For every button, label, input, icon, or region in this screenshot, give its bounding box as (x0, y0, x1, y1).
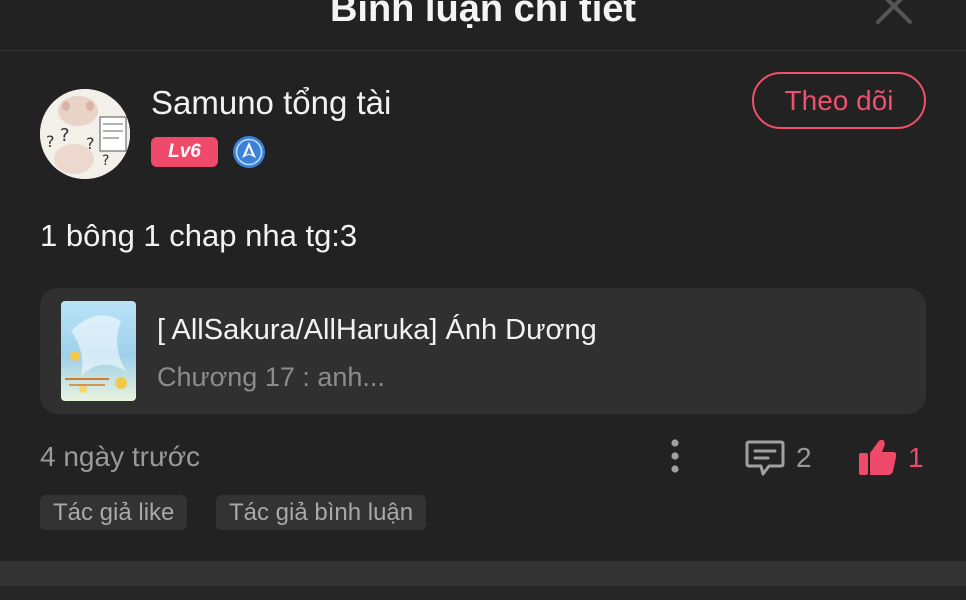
follow-button[interactable]: Theo dõi (752, 72, 926, 129)
like-count: 1 (908, 442, 924, 473)
avatar[interactable]: ? ? ? ? (40, 89, 130, 179)
comment-icon (745, 440, 785, 476)
like-button[interactable]: 1 (857, 434, 927, 480)
author-commented-tag: Tác giả bình luận (216, 495, 427, 530)
svg-text:?: ? (102, 153, 109, 169)
more-options-button[interactable] (663, 436, 687, 478)
comment-text: 1 bông 1 chap nha tg:3 (40, 218, 358, 253)
close-button[interactable] (868, 0, 920, 32)
comment-timestamp: 4 ngày trước (40, 441, 201, 472)
svg-text:?: ? (86, 134, 95, 153)
story-cover (61, 301, 136, 401)
thumbs-up-icon (859, 439, 897, 475)
svg-text:?: ? (60, 125, 70, 146)
page-title: Bình luận chi tiết (329, 0, 637, 30)
rank-badge-icon (232, 135, 266, 169)
header-divider (0, 50, 966, 51)
more-vertical-icon (671, 439, 679, 473)
next-section (0, 586, 966, 600)
username[interactable]: Samuno tổng tài (151, 84, 391, 122)
author-liked-tag: Tác giả like (40, 495, 188, 530)
reply-button[interactable]: 2 (744, 436, 816, 480)
story-chapter: Chương 17 : anh... (157, 362, 385, 392)
reply-count: 2 (796, 442, 812, 473)
close-icon (876, 0, 912, 24)
story-reference-card[interactable]: [ AllSakura/AllHaruka] Ánh Dương Chương … (40, 288, 926, 414)
svg-text:?: ? (46, 132, 55, 151)
section-separator (0, 561, 966, 586)
avatar-image: ? ? ? ? (40, 89, 130, 179)
comment-detail-screen: Bình luận chi tiết ? ? ? ? Samuno tổng t… (0, 0, 966, 600)
level-badge: Lv6 (151, 137, 218, 167)
header: Bình luận chi tiết (0, 0, 966, 50)
story-title: [ AllSakura/AllHaruka] Ánh Dương (157, 314, 597, 346)
